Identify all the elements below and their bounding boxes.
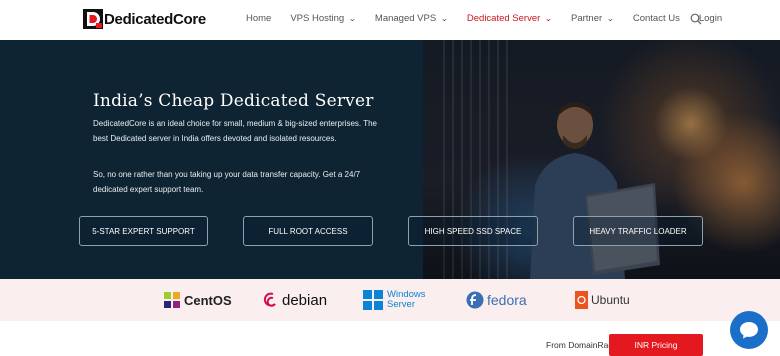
feature-expert-support[interactable]: 5-STAR EXPERT SUPPORT [79, 216, 208, 246]
nav-vps-hosting[interactable]: VPS Hosting ⌄ [290, 13, 356, 24]
chevron-down-icon: ⌄ [440, 14, 449, 23]
nav-managed-vps[interactable]: Managed VPS ⌄ [374, 13, 449, 24]
site-header: DedicatedCore Home VPS Hosting ⌄ Managed… [0, 0, 780, 40]
main-nav: Home VPS Hosting ⌄ Managed VPS ⌄ Dedicat… [246, 13, 741, 24]
os-ubuntu-label: Ubuntu [591, 293, 630, 307]
os-windows-server: Windows Server [363, 289, 426, 311]
chat-bubble-icon [740, 322, 758, 339]
nav-home[interactable]: Home [246, 13, 271, 24]
hero-banner: India’s Cheap Dedicated Server Dedicated… [0, 40, 780, 279]
site-logo[interactable]: DedicatedCore [83, 8, 206, 30]
search-icon[interactable] [690, 13, 702, 25]
ubuntu-icon [575, 291, 588, 309]
hero-description-2: So, no one rather than you taking up you… [93, 170, 361, 194]
windows-server-text: Windows Server [387, 290, 426, 310]
feature-root-access[interactable]: FULL ROOT ACCESS [243, 216, 373, 246]
hero-description: DedicatedCore is an ideal choice for sma… [93, 119, 377, 143]
nav-partner[interactable]: Partner ⌄ [571, 13, 615, 24]
nav-managed-vps-label: Managed VPS [374, 13, 437, 24]
nav-contact-us-label: Contact Us [632, 13, 680, 24]
centos-icon [164, 292, 180, 308]
inr-pricing-button[interactable]: INR Pricing [609, 334, 703, 356]
nav-partner-label: Partner [571, 13, 603, 24]
nav-dedicated-server-label: Dedicated Server [466, 13, 541, 24]
chevron-down-icon: ⌄ [606, 14, 615, 23]
os-fedora-label: fedora [487, 292, 527, 308]
hero-title: India’s Cheap Dedicated Server [93, 91, 374, 111]
logo-text: DedicatedCore [104, 10, 206, 28]
chevron-down-icon: ⌄ [544, 14, 553, 23]
nav-login[interactable]: Login [699, 13, 722, 24]
nav-vps-hosting-label: VPS Hosting [290, 13, 345, 24]
feature-label: 5-STAR EXPERT SUPPORT [92, 226, 195, 236]
debian-icon [263, 292, 276, 307]
hero-person-image [530, 102, 660, 279]
feature-label: HIGH SPEED SSD SPACE [424, 226, 522, 236]
windows-icon [363, 290, 383, 310]
os-centos: CentOS [163, 289, 232, 311]
os-fedora: fedora [466, 289, 527, 311]
fedora-icon [466, 291, 484, 309]
feature-label: HEAVY TRAFFIC LOADER [589, 226, 687, 236]
nav-login-label: Login [698, 13, 723, 24]
nav-home-label: Home [246, 13, 272, 24]
logo-mark-icon [83, 9, 103, 29]
nav-dedicated-server[interactable]: Dedicated Server ⌄ [466, 13, 553, 24]
feature-ssd-space[interactable]: HIGH SPEED SSD SPACE [408, 216, 538, 246]
os-server-label: Server [387, 299, 415, 310]
feature-label: FULL ROOT ACCESS [268, 226, 348, 236]
os-debian-label: debian [282, 291, 328, 309]
feature-traffic-loader[interactable]: HEAVY TRAFFIC LOADER [573, 216, 703, 246]
os-debian: debian [263, 289, 327, 311]
os-ubuntu: Ubuntu [575, 289, 630, 311]
chevron-down-icon: ⌄ [348, 14, 357, 23]
os-centos-label: CentOS [184, 292, 232, 308]
nav-contact-us[interactable]: Contact Us [633, 13, 680, 24]
os-logos-strip: CentOS debian Windows Server fedora Ubun… [0, 279, 780, 321]
chat-button[interactable] [730, 311, 768, 349]
